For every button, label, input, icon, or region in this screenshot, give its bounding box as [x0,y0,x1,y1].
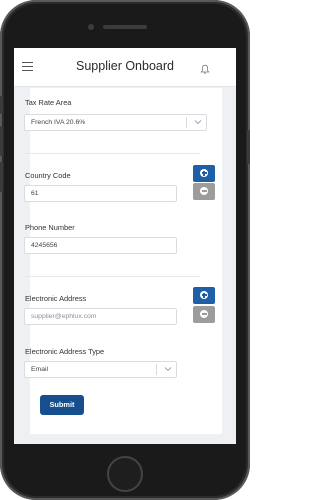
add-electronic-address-button[interactable] [193,287,215,304]
plus-icon [200,291,208,299]
country-code-label: Country Code [25,171,71,180]
minus-icon [200,187,208,195]
remove-country-code-button[interactable] [193,183,215,200]
phone-camera [88,24,94,30]
phone-volume-down-button [0,162,3,192]
plus-icon [200,169,208,177]
phone-speaker [103,25,147,29]
app-header: Supplier Onboard [14,48,236,87]
country-code-input[interactable]: 61 [24,185,177,202]
electronic-address-type-select[interactable]: Email [24,361,177,378]
hamburger-icon[interactable] [22,62,33,72]
chevron-down-icon [194,120,202,125]
page-title: Supplier Onboard [76,59,174,73]
minus-icon [200,310,208,318]
phone-volume-up-button [0,126,3,156]
phone-home-button[interactable] [107,456,143,492]
tax-rate-area-label: Tax Rate Area [25,98,72,107]
phone-number-input[interactable]: 4245656 [24,237,177,254]
select-divider [156,364,157,375]
remove-electronic-address-button[interactable] [193,306,215,323]
electronic-address-label: Electronic Address [25,294,87,303]
tax-rate-area-value: French IVA 20.6% [31,119,86,126]
electronic-address-input[interactable]: supplier@ephlux.com [24,308,177,325]
phone-side-button [0,96,3,114]
tax-rate-area-select[interactable]: French IVA 20.6% [24,114,207,131]
section-divider [25,276,200,277]
phone-power-button [247,130,250,164]
submit-button[interactable]: Submit [40,395,84,415]
add-country-code-button[interactable] [193,165,215,182]
bell-icon[interactable] [200,62,210,74]
phone-number-label: Phone Number [25,223,75,232]
section-divider [25,153,200,154]
electronic-address-type-label: Electronic Address Type [25,347,105,356]
chevron-down-icon [164,367,172,372]
electronic-address-type-value: Email [31,366,48,373]
select-divider [186,117,187,128]
form-card [30,88,222,434]
